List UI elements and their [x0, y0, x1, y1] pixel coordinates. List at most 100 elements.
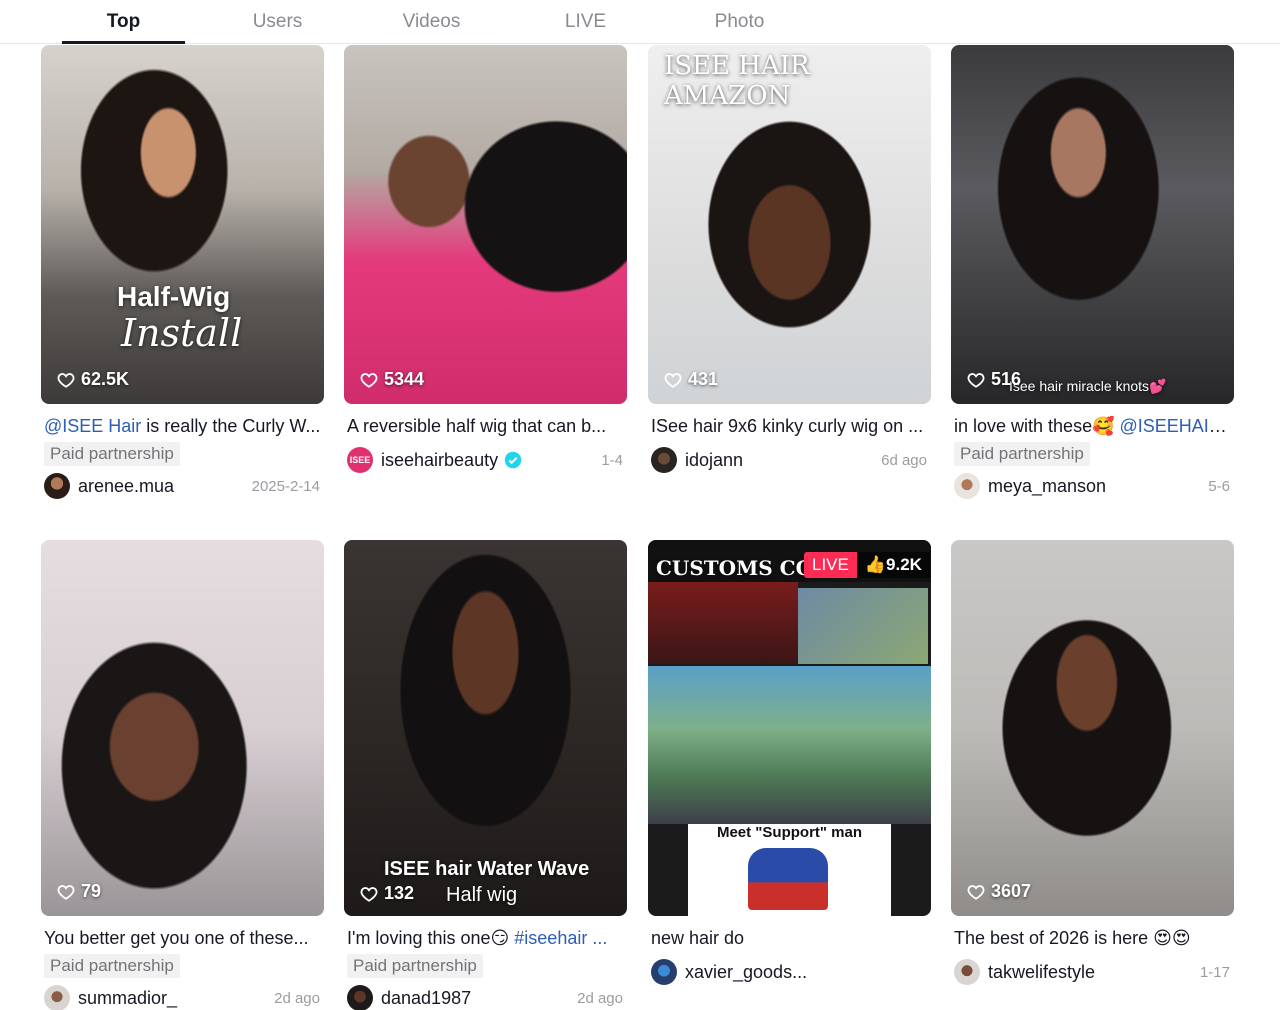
like-count: 79: [57, 881, 101, 902]
caption-text: You better get you one of these...: [44, 928, 309, 948]
avatar[interactable]: [954, 959, 980, 985]
author-row: idojann 6d ago: [648, 447, 931, 473]
thumbs-up-icon: 👍: [864, 555, 887, 574]
author-row: arenee.mua 2025-2-14: [41, 473, 324, 499]
video-caption[interactable]: The best of 2026 is here 😍😍: [951, 928, 1234, 949]
tab-top[interactable]: Top: [62, 0, 185, 44]
video-card[interactable]: 5344 A reversible half wig that can b...…: [344, 45, 627, 473]
verified-check-icon: [504, 451, 522, 469]
heart-outline-icon: [967, 372, 985, 388]
video-thumbnail[interactable]: ISEE HAIR AMAZON 431: [648, 45, 931, 404]
caption-text: is really the Curly W...: [141, 416, 321, 436]
heart-outline-icon: [57, 884, 75, 900]
heart-outline-icon: [664, 372, 682, 388]
tab-videos[interactable]: Videos: [370, 0, 493, 44]
like-count-value: 431: [688, 369, 719, 389]
author-row: danad1987 2d ago: [344, 985, 627, 1010]
avatar[interactable]: [651, 447, 677, 473]
video-thumbnail[interactable]: 3607: [951, 540, 1234, 916]
video-card[interactable]: Isee hair miracle knots💕 516 in love wit…: [951, 45, 1234, 499]
caption-hashtag[interactable]: #iseehair ...: [514, 928, 607, 948]
heart-outline-icon: [967, 884, 985, 900]
video-thumbnail[interactable]: Isee hair miracle knots💕 516: [951, 45, 1234, 404]
video-caption[interactable]: in love with these🥰 @ISEEHAIR...: [951, 416, 1234, 437]
paid-partnership-badge: Paid partnership: [954, 442, 1090, 466]
like-count: 431: [664, 369, 718, 390]
caption-text: new hair do: [651, 928, 745, 948]
author-name[interactable]: summadior_: [78, 988, 266, 1009]
video-card[interactable]: ISEE hair Water Wave Half wig 132 I'm lo…: [344, 540, 627, 1010]
post-date: 2025-2-14: [251, 477, 320, 495]
avatar[interactable]: [651, 959, 677, 985]
post-date: 1-17: [1199, 963, 1230, 981]
post-date: 2d ago: [577, 989, 623, 1007]
avatar[interactable]: [347, 985, 373, 1010]
overlay-title: ISEE HAIR AMAZON: [664, 51, 810, 111]
author-row: meya_manson 5-6: [951, 473, 1234, 499]
video-card[interactable]: 79 You better get you one of these... Pa…: [41, 540, 324, 1010]
tab-photo[interactable]: Photo: [678, 0, 801, 44]
minimap-feed: [798, 588, 928, 664]
like-count-value: 62.5K: [81, 369, 130, 389]
heart-outline-icon: [360, 886, 378, 902]
viewer-count-value: 9.2K: [886, 555, 922, 574]
video-caption[interactable]: ISee hair 9x6 kinky curly wig on ...: [648, 416, 931, 437]
live-badge: LIVE 👍9.2K: [804, 552, 930, 578]
video-caption[interactable]: A reversible half wig that can b...: [344, 416, 627, 437]
author-row: takwelifestyle 1-17: [951, 959, 1234, 985]
overlay-title: ISEE hair Water Wave: [384, 858, 590, 880]
author-name[interactable]: danad1987: [381, 988, 569, 1009]
video-caption[interactable]: @ISEE Hair is really the Curly W...: [41, 416, 324, 437]
author-name[interactable]: xavier_goods...: [685, 962, 931, 983]
like-count-value: 516: [991, 369, 1022, 389]
paid-partnership-badge: Paid partnership: [347, 954, 483, 978]
author-row: summadior_ 2d ago: [41, 985, 324, 1010]
author-name[interactable]: iseehairbeauty: [381, 450, 498, 471]
caption-text: I'm loving this one😏: [347, 928, 515, 948]
video-card[interactable]: Half-Wig Install 62.5K @ISEE Hair is rea…: [41, 45, 324, 499]
tab-users[interactable]: Users: [216, 0, 339, 44]
author-name[interactable]: meya_manson: [988, 476, 1200, 497]
video-caption[interactable]: new hair do: [648, 928, 931, 949]
author-name[interactable]: idojann: [685, 450, 873, 471]
overlay-subtitle: Half wig: [446, 884, 518, 906]
superhero-image: [748, 848, 828, 910]
video-thumbnail[interactable]: ISEE hair Water Wave Half wig 132: [344, 540, 627, 916]
caption-text: ISee hair 9x6 kinky curly wig on ...: [651, 416, 924, 436]
paid-partnership-badge: Paid partnership: [44, 954, 180, 978]
avatar[interactable]: [954, 473, 980, 499]
meme-caption: Meet "Support" man: [716, 824, 863, 841]
avatar[interactable]: [44, 985, 70, 1010]
video-thumbnail[interactable]: 79: [41, 540, 324, 916]
avatar[interactable]: ISEE: [347, 447, 373, 473]
overlay-subtitle: Install: [121, 311, 243, 355]
video-caption[interactable]: I'm loving this one😏 #iseehair ...: [344, 928, 627, 949]
video-caption[interactable]: You better get you one of these...: [41, 928, 324, 949]
post-date: 2d ago: [274, 989, 320, 1007]
like-count-value: 79: [81, 881, 102, 901]
live-thumbnail[interactable]: CUSTOMS COD Meet "Support" man LIVE 👍9.2…: [648, 540, 931, 916]
author-row: ISEE iseehairbeauty 1-4: [344, 447, 627, 473]
author-row: xavier_goods...: [648, 959, 931, 985]
author-name[interactable]: arenee.mua: [78, 476, 244, 497]
tab-live[interactable]: LIVE: [524, 0, 647, 44]
like-count-value: 132: [384, 883, 415, 903]
like-count: 132: [360, 883, 414, 904]
post-date: 5-6: [1208, 477, 1230, 495]
caption-mention[interactable]: @ISEEHAIR...: [1120, 416, 1235, 436]
live-card[interactable]: CUSTOMS COD Meet "Support" man LIVE 👍9.2…: [648, 540, 931, 985]
post-date: 1-4: [601, 451, 623, 469]
like-count: 516: [967, 369, 1021, 390]
caption-mention[interactable]: @ISEE Hair: [44, 416, 141, 436]
like-count-value: 5344: [384, 369, 425, 389]
video-card[interactable]: ISEE HAIR AMAZON 431 ISee hair 9x6 kinky…: [648, 45, 931, 473]
post-date: 6d ago: [881, 451, 927, 469]
video-thumbnail[interactable]: 5344: [344, 45, 627, 404]
video-card[interactable]: 3607 The best of 2026 is here 😍😍 takweli…: [951, 540, 1234, 985]
avatar[interactable]: [44, 473, 70, 499]
author-name[interactable]: takwelifestyle: [988, 962, 1192, 983]
heart-outline-icon: [57, 372, 75, 388]
paid-partnership-badge: Paid partnership: [44, 442, 180, 466]
caption-text: in love with these🥰: [954, 416, 1120, 436]
video-thumbnail[interactable]: Half-Wig Install 62.5K: [41, 45, 324, 404]
